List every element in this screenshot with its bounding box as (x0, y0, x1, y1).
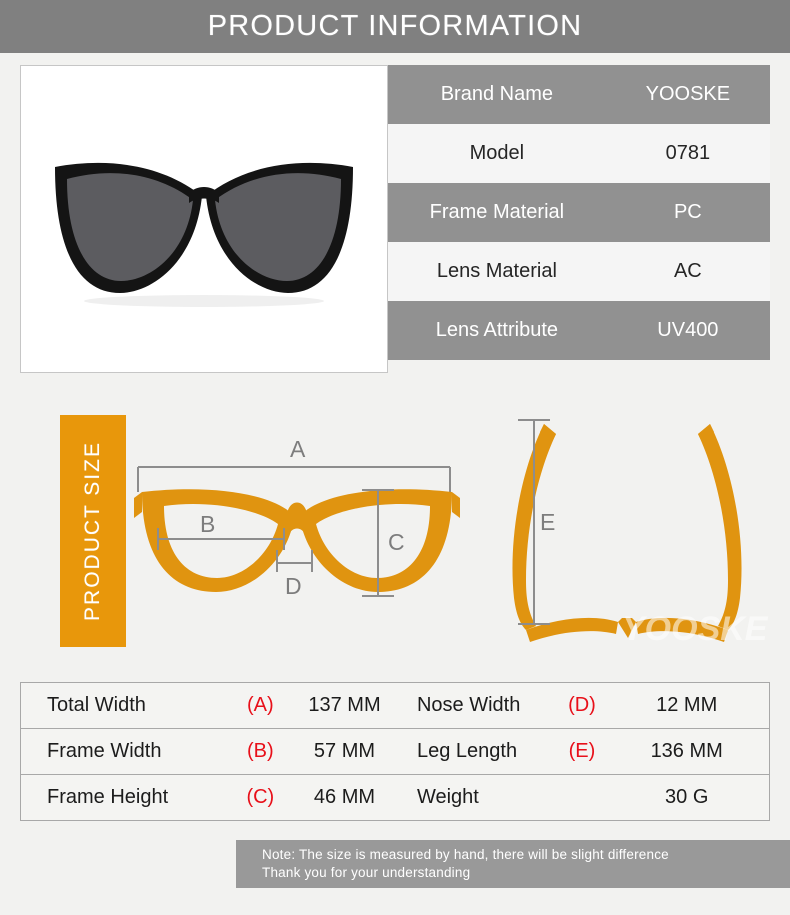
product-overview-section: Brand Name YOOSKE Model 0781 Frame Mater… (20, 65, 770, 373)
dimension-value: 136 MM (650, 740, 723, 762)
spec-row: Lens Attribute UV400 (388, 301, 770, 360)
spec-value: PC (673, 201, 702, 223)
dimension-name: Total Width (47, 694, 146, 716)
dimension-key: (B) (247, 740, 274, 762)
spec-value: 0781 (665, 142, 711, 164)
note-line-1: Note: The size is measured by hand, ther… (262, 847, 669, 862)
dimension-b-label: B (200, 511, 215, 537)
measurement-note: Note: The size is measured by hand, ther… (236, 840, 790, 888)
page-title: PRODUCT INFORMATION (207, 10, 583, 42)
spec-value: AC (673, 260, 702, 282)
spec-label: Brand Name (440, 83, 553, 105)
brand-watermark: YOOSKE (622, 610, 769, 648)
dimension-name: Weight (416, 786, 479, 808)
dimension-value: 57 MM (313, 740, 376, 762)
dimension-d-line (276, 550, 313, 572)
spec-label: Frame Material (429, 201, 565, 223)
dimension-name: Frame Width (47, 740, 162, 762)
spec-value: UV400 (657, 319, 719, 341)
top-view-diagram: E YOOSKE (482, 402, 772, 665)
dimension-key: (E) (568, 740, 596, 762)
spec-label: Lens Attribute (435, 319, 559, 341)
spec-label: Model (469, 142, 525, 164)
note-line-2: Thank you for your understanding (262, 865, 471, 880)
sunglasses-front-photo (55, 162, 353, 307)
dimension-key: (A) (247, 694, 274, 716)
specification-table: Brand Name YOOSKE Model 0781 Frame Mater… (388, 65, 770, 373)
dimension-a-label: A (290, 436, 306, 462)
spec-row: Lens Material AC (388, 242, 770, 301)
front-view-diagram: A B D C (132, 432, 462, 617)
dimension-value: 46 MM (313, 786, 376, 808)
product-size-banner: PRODUCT SIZE (60, 415, 126, 647)
product-photo (20, 65, 388, 373)
dimension-value: 12 MM (656, 694, 718, 716)
table-row: Total Width (A) 137 MM Nose Width (D) 12… (21, 683, 769, 729)
spec-row: Brand Name YOOSKE (388, 65, 770, 124)
page-header: PRODUCT INFORMATION (0, 0, 790, 53)
dimension-key: (D) (568, 694, 596, 716)
dimension-value: 137 MM (308, 694, 381, 716)
dimension-b-line (157, 528, 285, 550)
spec-label: Lens Material (436, 260, 557, 282)
dimension-key (560, 775, 605, 820)
spec-value: YOOSKE (645, 83, 731, 105)
dimension-table: Total Width (A) 137 MM Nose Width (D) 12… (20, 682, 770, 821)
spec-row: Model 0781 (388, 124, 770, 183)
dimension-name: Nose Width (416, 694, 521, 716)
table-row: Frame Height (C) 46 MM Weight 30 G (21, 775, 769, 821)
dimension-key: (C) (246, 786, 275, 808)
dimension-name: Frame Height (47, 786, 169, 808)
dimension-value: 30 G (665, 786, 709, 808)
spec-row: Frame Material PC (388, 183, 770, 242)
dimension-c-label: C (388, 529, 405, 555)
dimension-name: Leg Length (416, 740, 518, 762)
table-row: Frame Width (B) 57 MM Leg Length (E) 136… (21, 729, 769, 775)
dimension-a-bracket (137, 466, 451, 492)
dimension-e-label: E (540, 509, 555, 535)
dimension-d-label: D (285, 573, 302, 599)
product-size-label: PRODUCT SIZE (81, 441, 104, 621)
